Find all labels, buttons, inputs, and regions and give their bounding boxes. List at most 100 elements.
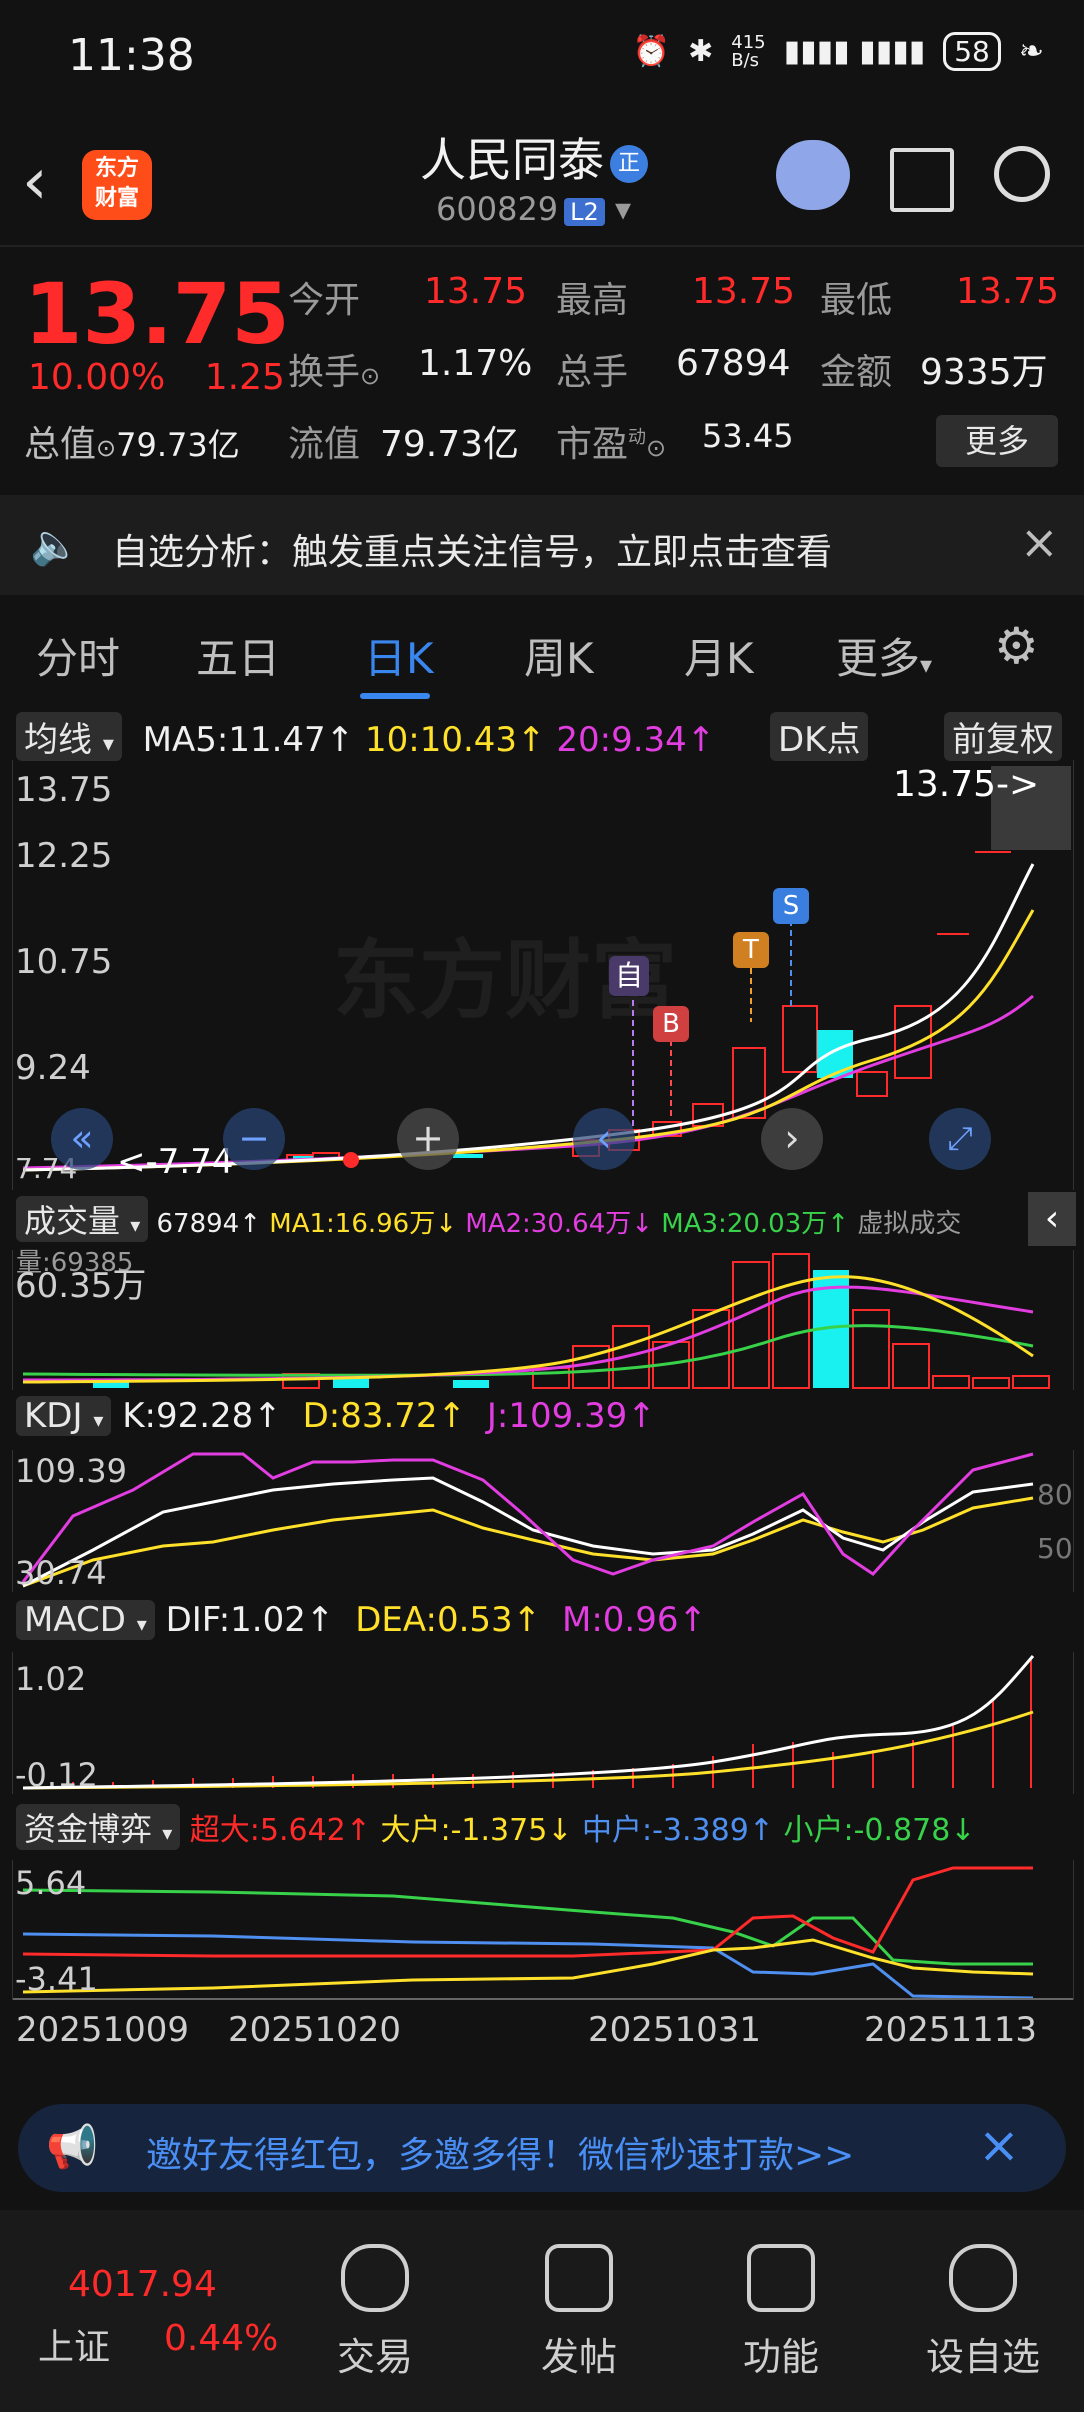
kdj-svg <box>21 1452 1034 1588</box>
ad-text[interactable]: 邀好友得红包，多邀多得！微信秒速打款>> <box>146 2126 854 2178</box>
nav-trade[interactable]: 交易 <box>300 2244 450 2381</box>
pe-label: 市盈动⊙ <box>556 415 666 467</box>
marker-b[interactable]: B <box>653 1006 689 1042</box>
tab-fenshi[interactable]: 分时 <box>36 625 120 686</box>
edit-icon <box>545 2244 613 2312</box>
macd-bar: MACD ▾ DIF:1.02↑ DEA:0.53↑ M:0.96↑ <box>16 1600 1076 1646</box>
fq-button[interactable]: 前复权 <box>944 712 1062 761</box>
dk-button[interactable]: DK点 <box>770 712 869 761</box>
fullscreen-icon[interactable]: ⤢ <box>929 1108 991 1170</box>
kline-y-label: 10.75 <box>15 942 113 982</box>
volume-svg <box>22 1253 1050 1389</box>
close-icon[interactable]: × <box>1020 515 1059 569</box>
tab-more-label: 更多 <box>836 634 921 683</box>
nav-function-label: 功能 <box>742 2335 819 2379</box>
volume-selector[interactable]: 成交量 ▾ <box>16 1196 149 1242</box>
quote-panel: 13.75 10.00% 1.25 总值⊙79.73亿 今开 13.75 最高 … <box>0 245 1084 495</box>
tab-wuri[interactable]: 五日 <box>196 625 280 686</box>
search-icon[interactable] <box>994 146 1050 202</box>
volume-bar: 成交量 ▾ 67894↑ MA1:16.96万↓ MA2:30.64万↓ MA3… <box>16 1192 1076 1278</box>
index-name[interactable]: 上证 <box>38 2318 110 2370</box>
info-icon[interactable]: ⊙ <box>96 434 116 462</box>
ma-bar: 均线 ▾ MA5:11.47↑ 10:10.43↑ 20:9.34↑ DK点 前… <box>16 712 1076 761</box>
marker-zi[interactable]: 自 <box>609 956 649 996</box>
vol-bar <box>972 1377 1010 1389</box>
date-label: 20251031 <box>588 2010 762 2050</box>
index-value[interactable]: 4017.94 <box>68 2264 217 2305</box>
high-label: 最高 <box>556 280 629 321</box>
collapse-icon[interactable]: ‹ <box>1028 1192 1076 1246</box>
macd-chart: 1.02 -0.12 <box>12 1652 1074 1794</box>
prev-icon[interactable]: ‹ <box>573 1108 635 1170</box>
vol-ma3: MA3:20.03万↑ <box>661 1209 850 1239</box>
fund-mid: 中户:-3.389↑ <box>581 1813 774 1848</box>
amount-label: 金额 <box>820 352 893 393</box>
gear-icon[interactable]: ⚙ <box>994 617 1039 675</box>
nav-watchlist[interactable]: 设自选 <box>908 2244 1058 2381</box>
tab-more[interactable]: 更多▾ <box>836 625 932 686</box>
kdj-bar: KDJ ▾ K:92.28↑ D:83.72↑ J:109.39↑ <box>16 1396 1076 1442</box>
zoom-out-icon[interactable]: − <box>223 1108 285 1170</box>
macd-dif: DIF:1.02↑ <box>165 1600 335 1640</box>
chevron-down-icon: ▾ <box>604 190 632 228</box>
more-button[interactable]: 更多 <box>936 415 1058 467</box>
kdj-k: K:92.28↑ <box>122 1396 282 1436</box>
nav-post[interactable]: 发帖 <box>504 2244 654 2381</box>
fund-selector[interactable]: 资金博弈 ▾ <box>16 1804 181 1850</box>
macd-selector[interactable]: MACD ▾ <box>16 1600 155 1640</box>
mktcap-value: 79.73亿 <box>116 426 240 464</box>
stock-code[interactable]: 600829 L2 ▾ <box>436 190 631 228</box>
vol-value: 67894↑ <box>156 1209 262 1239</box>
vol-bar <box>692 1309 730 1389</box>
volume-chart: 60.35万 <box>12 1250 1074 1390</box>
turnover-label-text: 换手 <box>288 352 361 393</box>
tab-rik[interactable]: 日K <box>364 625 434 686</box>
assistant-robot-icon[interactable] <box>776 140 850 210</box>
tab-yuek[interactable]: 月K <box>684 625 754 686</box>
grid-icon <box>747 2244 815 2312</box>
index-change: 0.44% <box>164 2318 279 2359</box>
marker-s[interactable]: S <box>773 888 809 924</box>
vol-bar <box>1012 1375 1050 1389</box>
fund-small: 小户:-0.878↓ <box>783 1813 976 1848</box>
app-logo[interactable]: 东方 财富 <box>82 150 152 220</box>
kdj-selector[interactable]: KDJ ▾ <box>16 1396 112 1436</box>
ma-selector-label: 均线 <box>24 720 92 760</box>
status-icons: ⏰ ✱ 415 B/s ▮▮▮▮ ▮▮▮▮ 58 ❧ <box>633 32 1044 71</box>
ad-banner[interactable]: 📢 邀好友得红包，多邀多得！微信秒速打款>> × <box>18 2104 1066 2192</box>
stock-name: 人民同泰正 <box>420 124 648 190</box>
kdj-chart: 109.39 30.74 80 50 <box>12 1450 1074 1592</box>
ma-selector[interactable]: 均线 ▾ <box>16 712 122 761</box>
tab-zhouk[interactable]: 周K <box>524 625 594 686</box>
ma10-line <box>22 909 1035 1172</box>
yen-icon <box>341 2244 409 2312</box>
notice-bar[interactable]: 🔈 自选分析：触发重点关注信号，立即点击查看 × <box>0 495 1084 595</box>
vol-bar <box>932 1375 970 1389</box>
megaphone-icon: 📢 <box>46 2122 99 2171</box>
kline-y-label: 13.75 <box>15 770 113 810</box>
share-icon[interactable] <box>890 148 954 212</box>
info-icon[interactable]: ⊙ <box>646 434 666 462</box>
kline-chart[interactable]: 东方财富 13.75 12.25 10.75 9.24 7.74 13.75->… <box>12 760 1074 1190</box>
next-icon[interactable]: › <box>761 1108 823 1170</box>
battery-icon: 58 <box>943 32 1001 71</box>
stock-header: ‹ 东方 财富 人民同泰正 600829 L2 ▾ <box>0 110 1084 247</box>
mktcap-label: 总值 <box>24 424 97 465</box>
marker-t[interactable]: T <box>733 932 769 968</box>
fund-chart: 5.64 -3.41 <box>12 1860 1074 2000</box>
notice-text[interactable]: 自选分析：触发重点关注信号，立即点击查看 <box>112 523 832 575</box>
chevron-down-icon: ▾ <box>136 1612 147 1636</box>
kdj-k-line <box>22 1476 1034 1588</box>
kline-y-label: 12.25 <box>15 836 113 876</box>
nav-function[interactable]: 功能 <box>706 2244 856 2381</box>
back-icon[interactable]: ‹ <box>22 145 48 219</box>
fund-y-top: 5.64 <box>15 1864 87 1902</box>
kdj-j: J:109.39↑ <box>486 1396 656 1436</box>
scroll-left-icon[interactable]: « <box>51 1108 113 1170</box>
info-icon[interactable]: ⊙ <box>360 362 380 390</box>
open-value: 13.75 <box>424 271 528 312</box>
close-icon[interactable]: × <box>978 2116 1020 2174</box>
kdj-j-line <box>21 1452 1034 1583</box>
last-price: 13.75 <box>24 265 290 363</box>
zoom-in-icon[interactable]: + <box>397 1108 459 1170</box>
